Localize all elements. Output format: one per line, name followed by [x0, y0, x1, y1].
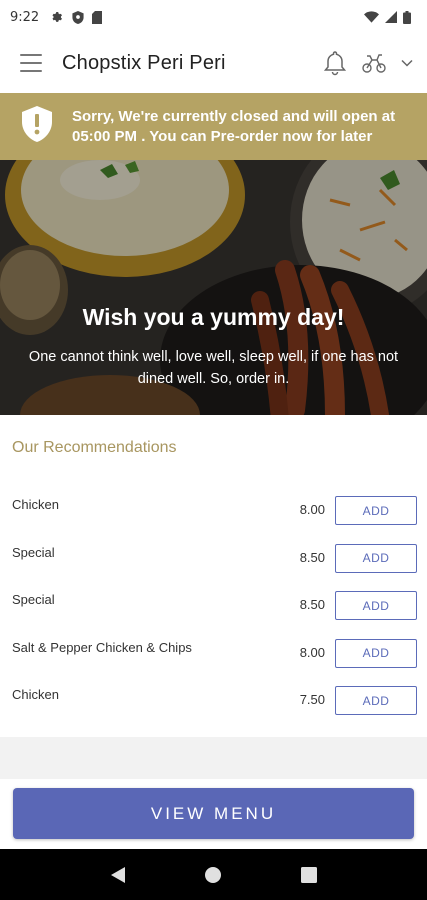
system-nav-bar — [0, 849, 427, 900]
hero-banner: Wish you a yummy day! One cannot think w… — [0, 160, 427, 415]
recommendations-section: Our Recommendations Chicken 8.00 ADD Spe… — [0, 415, 427, 737]
item-name: Salt & Pepper Chicken & Chips — [12, 639, 192, 655]
back-icon[interactable] — [98, 855, 138, 895]
home-icon[interactable] — [193, 855, 233, 895]
item-price: 8.00 — [299, 644, 325, 660]
item-price: 8.50 — [299, 549, 325, 565]
recommendations-list: Chicken 8.00 ADD Special 8.50 ADD Specia… — [0, 495, 427, 733]
shield-icon — [72, 10, 84, 24]
closed-message-line1: Sorry, We're currently closed and will o… — [72, 107, 396, 125]
add-button[interactable]: ADD — [335, 543, 417, 573]
status-time: 9:22 — [10, 9, 40, 25]
sim-icon — [92, 10, 103, 24]
hero-title: Wish you a yummy day! — [82, 304, 345, 330]
menu-icon[interactable] — [20, 54, 42, 72]
item-name: Special — [12, 592, 55, 607]
battery-icon — [403, 10, 411, 24]
section-divider — [0, 737, 427, 779]
item-price: 8.50 — [299, 597, 325, 612]
add-button[interactable]: ADD — [335, 591, 417, 620]
list-item: Chicken 7.50 ADD — [0, 685, 427, 733]
gear-icon — [51, 11, 64, 24]
item-name: Chicken — [12, 687, 59, 702]
item-name: Special — [12, 544, 55, 560]
closed-message-line2: 05:00 PM . You can Pre-order now for lat… — [72, 127, 373, 145]
shield-alert-icon — [22, 106, 52, 147]
delivery-scooter-icon[interactable] — [361, 52, 387, 74]
item-price: 8.00 — [299, 502, 325, 517]
wifi-icon — [364, 11, 379, 23]
recents-icon[interactable] — [289, 855, 329, 895]
app-title: Chopstix Peri Peri — [62, 51, 226, 74]
app-bar: Chopstix Peri Peri — [0, 34, 427, 92]
bell-icon[interactable] — [323, 50, 347, 76]
list-item: Special 8.50 ADD — [0, 543, 427, 591]
list-item: Chicken 8.00 ADD — [0, 495, 427, 543]
app-actions — [323, 50, 413, 76]
signal-icon — [385, 11, 397, 23]
item-price: 7.50 — [299, 692, 325, 707]
status-bar: 9:22 — [0, 0, 427, 34]
closed-message: Sorry, We're currently closed and will o… — [72, 107, 395, 147]
list-item: Salt & Pepper Chicken & Chips 8.00 ADD — [0, 638, 427, 686]
add-button[interactable]: ADD — [335, 496, 417, 525]
chevron-down-icon[interactable] — [401, 59, 413, 67]
list-item: Special 8.50 ADD — [0, 590, 427, 638]
item-name: Chicken — [12, 497, 59, 512]
hero-subtitle: One cannot think well, love well, sleep … — [28, 349, 399, 387]
view-menu-button[interactable]: VIEW MENU — [13, 788, 414, 839]
recommendations-heading: Our Recommendations — [12, 439, 177, 456]
add-button[interactable]: ADD — [335, 638, 417, 668]
closed-banner: Sorry, We're currently closed and will o… — [0, 93, 427, 160]
status-left-icons — [51, 10, 103, 24]
add-button[interactable]: ADD — [335, 686, 417, 715]
status-right-icons — [364, 10, 411, 24]
